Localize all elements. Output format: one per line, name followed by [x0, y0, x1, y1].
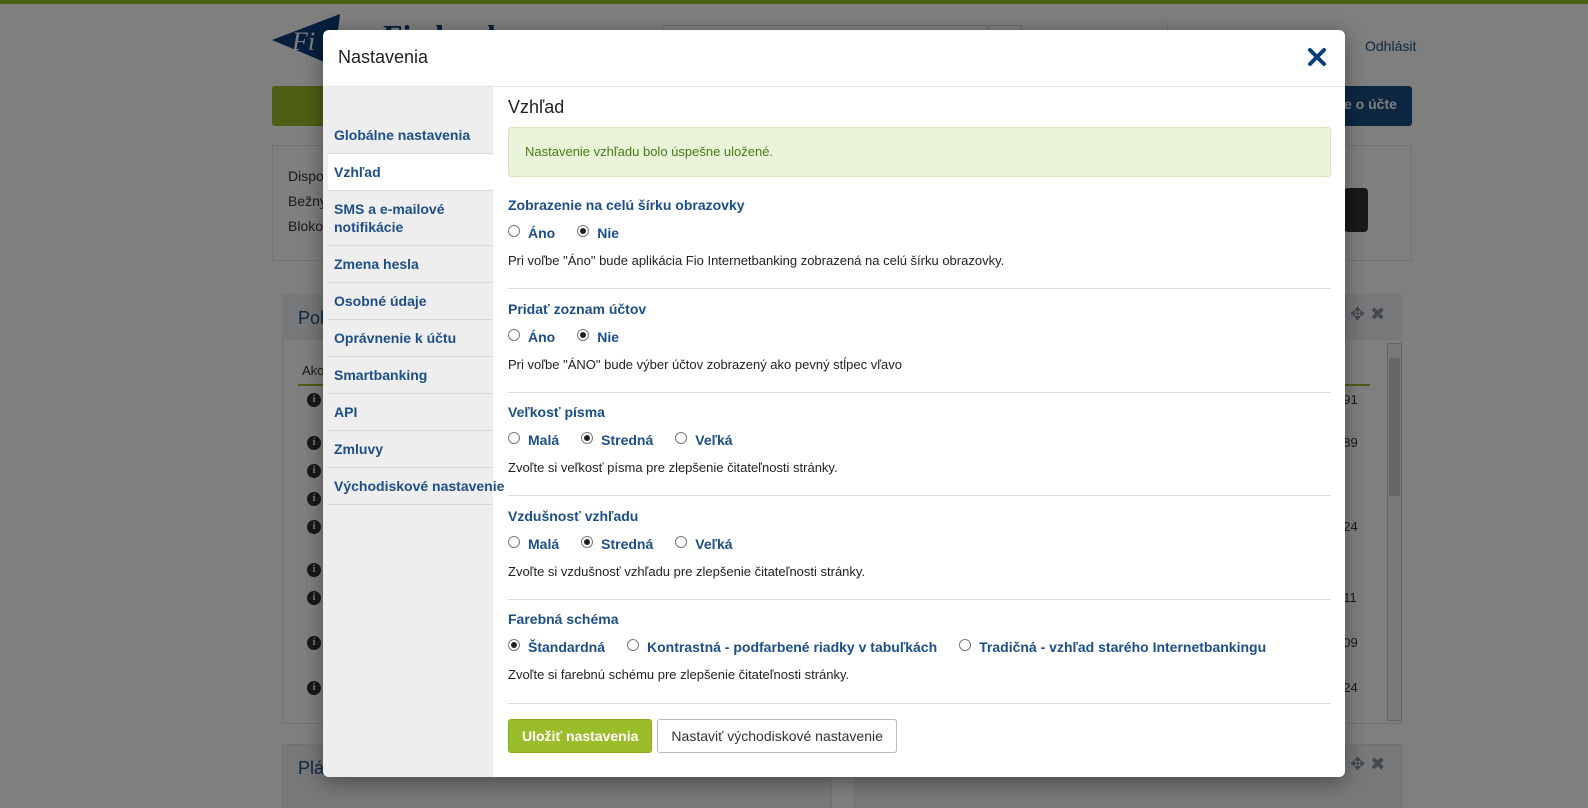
radio-label: Áno — [528, 225, 556, 241]
radio-label: Stredná — [601, 432, 654, 448]
save-settings-button[interactable]: Uložiť nastavenia — [508, 719, 653, 753]
nav-item-global-settings[interactable]: Globálne nastavenia — [328, 117, 493, 154]
radio-option-yes[interactable]: Áno — [508, 329, 555, 345]
radio-button[interactable] — [675, 432, 688, 444]
radio-label: Stredná — [601, 536, 654, 552]
section-divider — [508, 392, 1331, 393]
radio-button[interactable] — [508, 329, 520, 341]
radio-label: Áno — [528, 329, 556, 345]
radio-label: Malá — [528, 536, 560, 552]
section-label: Vzdušnosť vzhľadu — [508, 508, 639, 524]
radio-label: Tradičná - vzhľad starého Internetbankin… — [979, 639, 1267, 655]
radio-label: Veľká — [695, 432, 733, 448]
close-icon[interactable] — [1305, 45, 1329, 69]
settings-sidebar: Globálne nastavenia Vzhľad SMS a e-mailo… — [323, 87, 504, 777]
nav-item-account-permissions[interactable]: Oprávnenie k účtu — [328, 320, 493, 357]
radio-option-contrast[interactable]: Kontrastná - podfarbené riadky v tabuľká… — [627, 639, 937, 655]
section-spacing: Vzdušnosť vzhľadu Malá Stredná Veľká Zvo… — [508, 508, 1331, 579]
radio-option-medium[interactable]: Stredná — [581, 432, 653, 448]
radio-button[interactable] — [675, 536, 688, 548]
radio-label: Štandardná — [528, 639, 606, 655]
radio-group: Štandardná Kontrastná - podfarbené riadk… — [508, 638, 1331, 656]
radio-label: Nie — [597, 225, 620, 241]
section-full-width: Zobrazenie na celú šírku obrazovky Áno N… — [508, 197, 1331, 268]
section-label: Zobrazenie na celú šírku obrazovky — [508, 197, 745, 213]
radio-option-large[interactable]: Veľká — [675, 432, 733, 448]
radio-label: Kontrastná - podfarbené riadky v tabuľká… — [647, 639, 938, 655]
section-divider — [508, 703, 1331, 704]
radio-option-traditional[interactable]: Tradičná - vzhľad starého Internetbankin… — [959, 639, 1266, 655]
success-alert: Nastavenie vzhľadu bolo úspešne uložené. — [508, 127, 1331, 177]
section-description: Zvoľte si vzdušnosť vzhľadu pre zlepšeni… — [508, 564, 866, 579]
radio-option-no[interactable]: Nie — [577, 225, 619, 241]
section-divider — [508, 495, 1331, 496]
settings-content: Vzhľad Nastavenie vzhľadu bolo úspešne u… — [508, 87, 1331, 777]
section-color-scheme: Farebná schéma Štandardná Kontrastná - p… — [508, 611, 1331, 682]
nav-item-contracts[interactable]: Zmluvy — [328, 431, 493, 468]
radio-label: Nie — [597, 329, 620, 345]
section-description: Zvoľte si farebnú schému pre zlepšenie č… — [508, 667, 850, 682]
nav-item-personal-data[interactable]: Osobné údaje — [328, 283, 493, 320]
nav-item-sms-email-notifications[interactable]: SMS a e-mailové notifikácie — [328, 191, 493, 246]
section-description: Pri voľbe "ÁNO" bude výber účtov zobraze… — [508, 357, 903, 372]
nav-item-smartbanking[interactable]: Smartbanking — [328, 357, 493, 394]
section-description: Pri voľbe "Áno" bude aplikácia Fio Inter… — [508, 253, 1005, 268]
radio-button[interactable] — [577, 225, 590, 237]
section-font-size: Veľkosť písma Malá Stredná Veľká Zvoľte … — [508, 404, 1331, 475]
modal-body: Globálne nastavenia Vzhľad SMS a e-mailo… — [323, 87, 1345, 777]
radio-button[interactable] — [581, 432, 594, 444]
radio-group: Áno Nie — [508, 224, 1331, 242]
radio-button[interactable] — [627, 639, 640, 651]
radio-group: Áno Nie — [508, 328, 1331, 346]
nav-item-change-password[interactable]: Zmena hesla — [328, 246, 493, 283]
radio-button[interactable] — [959, 639, 972, 651]
modal-title: Nastavenia — [338, 47, 429, 67]
radio-button[interactable] — [508, 536, 520, 548]
nav-item-appearance[interactable]: Vzhľad — [328, 154, 493, 191]
section-description: Zvoľte si veľkosť písma pre zlepšenie či… — [508, 460, 838, 475]
radio-button[interactable] — [508, 432, 520, 444]
content-title: Vzhľad — [508, 97, 565, 117]
radio-option-small[interactable]: Malá — [508, 432, 559, 448]
radio-group: Malá Stredná Veľká — [508, 535, 1331, 553]
radio-option-no[interactable]: Nie — [577, 329, 619, 345]
form-actions: Uložiť nastavenia Nastaviť východiskové … — [508, 719, 897, 753]
settings-modal: Nastavenia Globálne nastavenia Vzhľad SM… — [323, 30, 1345, 777]
radio-label: Veľká — [695, 536, 733, 552]
radio-button[interactable] — [577, 329, 590, 341]
reset-default-button[interactable]: Nastaviť východiskové nastavenie — [657, 719, 897, 753]
radio-button[interactable] — [508, 225, 520, 237]
radio-button[interactable] — [581, 536, 594, 548]
radio-button[interactable] — [508, 639, 520, 651]
section-account-list: Pridať zoznam účtov Áno Nie Pri voľbe "Á… — [508, 301, 1331, 372]
radio-option-large[interactable]: Veľká — [675, 536, 733, 552]
radio-group: Malá Stredná Veľká — [508, 431, 1331, 449]
nav-item-default-settings[interactable]: Východiskové nastavenie — [328, 468, 504, 505]
radio-option-small[interactable]: Malá — [508, 536, 559, 552]
radio-option-standard[interactable]: Štandardná — [508, 639, 605, 655]
radio-option-yes[interactable]: Áno — [508, 225, 555, 241]
nav-item-api[interactable]: API — [328, 394, 493, 431]
section-label: Farebná schéma — [508, 611, 619, 627]
radio-option-medium[interactable]: Stredná — [581, 536, 653, 552]
section-label: Veľkosť písma — [508, 404, 605, 420]
section-divider — [508, 599, 1331, 600]
modal-header: Nastavenia — [323, 30, 1345, 87]
section-label: Pridať zoznam účtov — [508, 301, 647, 317]
section-divider — [508, 288, 1331, 289]
radio-label: Malá — [528, 432, 560, 448]
